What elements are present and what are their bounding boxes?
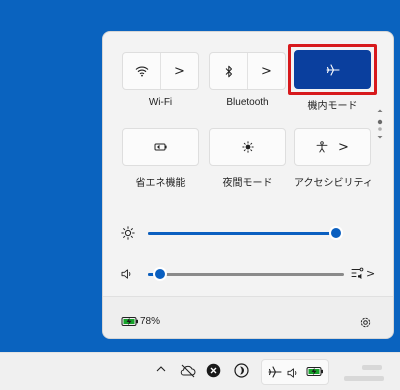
audio-output-button[interactable]: > (351, 266, 375, 280)
chevron-right-icon: > (366, 266, 376, 280)
taskbar (0, 352, 400, 390)
brightness-slider[interactable] (148, 228, 341, 238)
wifi-tile[interactable]: > (122, 52, 199, 90)
gear-icon[interactable] (359, 316, 372, 329)
wifi-expand-button[interactable]: > (160, 53, 198, 89)
clock-area[interactable] (338, 361, 394, 385)
bluetooth-toggle[interactable] (210, 53, 247, 89)
accessibility-icon (316, 141, 328, 153)
volume-slider-thumb[interactable] (154, 269, 165, 279)
bluetooth-tile[interactable]: > (209, 52, 286, 90)
airplane-icon (268, 366, 282, 378)
bluetooth-expand-button[interactable]: > (247, 53, 285, 89)
chevron-right-icon: > (338, 139, 349, 155)
speaker-icon (121, 268, 133, 280)
battery-saver-tile[interactable] (122, 128, 199, 166)
bluetooth-label: Bluetooth (226, 97, 269, 108)
battery-saver-icon (154, 142, 168, 152)
chevron-right-icon: > (261, 63, 272, 79)
clock-time-blurred (362, 365, 382, 370)
audio-output-icon (351, 266, 365, 280)
page-indicator[interactable] (377, 109, 383, 144)
volume-slider[interactable] (148, 269, 344, 279)
night-light-icon (241, 141, 254, 153)
battery-charging-icon (121, 316, 139, 327)
highlight-box (288, 44, 377, 95)
chevron-right-icon: > (174, 63, 185, 79)
brightness-slider-thumb[interactable] (331, 228, 341, 238)
accessibility-tile[interactable]: > (294, 128, 371, 166)
close-circle-icon[interactable] (206, 363, 221, 378)
brightness-icon (121, 226, 135, 240)
battery-charging-icon (306, 366, 324, 377)
network-volume-battery-group[interactable] (261, 359, 329, 385)
accessibility-label: アクセシビリティ (294, 178, 373, 189)
bluetooth-icon (225, 65, 233, 78)
night-light-label: 夜間モード (222, 178, 273, 189)
clock-date-blurred (344, 376, 384, 381)
wifi-icon (135, 65, 149, 77)
night-light-tile[interactable] (209, 128, 286, 166)
battery-saver-label: 省エネ機能 (135, 178, 186, 189)
moon-app-icon[interactable] (234, 363, 249, 378)
speaker-icon (287, 367, 299, 379)
airplane-mode-label: 機内モード (307, 101, 358, 112)
wifi-toggle[interactable] (123, 53, 160, 89)
battery-percentage[interactable]: 78% (140, 316, 160, 327)
chevron-up-icon[interactable] (156, 365, 166, 373)
cloud-off-icon[interactable] (180, 364, 196, 378)
brightness-slider-fill (148, 232, 336, 235)
wifi-label: Wi-Fi (148, 97, 173, 108)
